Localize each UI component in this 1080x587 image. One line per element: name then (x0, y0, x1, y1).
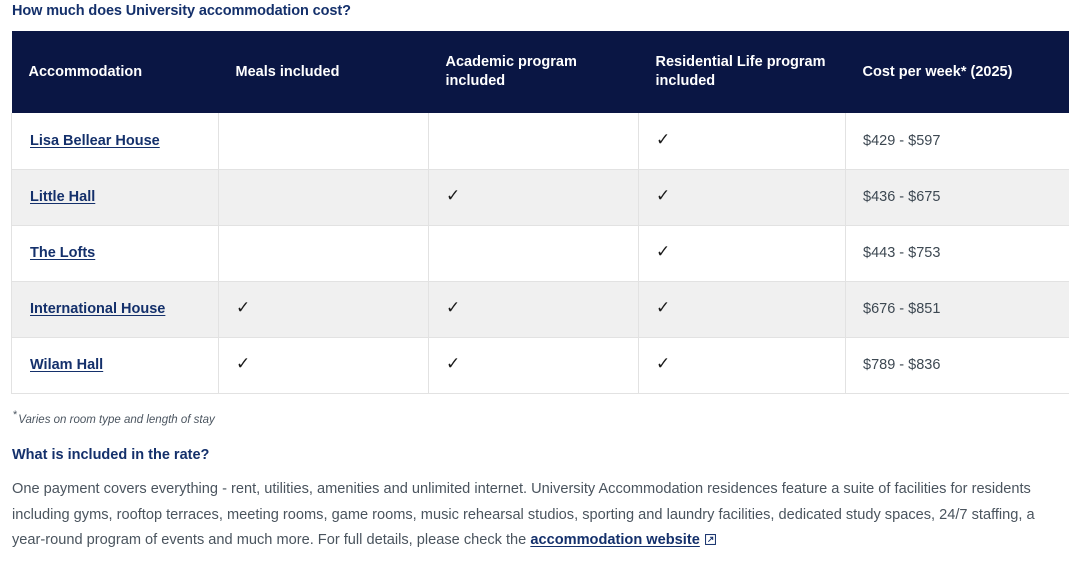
accommodation-cost-section: How much does University accommodation c… (0, 0, 1080, 587)
cell-cost-per-week: $443 - $753 (845, 225, 1069, 282)
table-body: Lisa Bellear House ✓ $429 - $597 Little … (11, 113, 1069, 394)
table-header: Accommodation Meals included Academic pr… (11, 31, 1069, 113)
check-icon: ✓ (236, 354, 251, 373)
footnote-text: Varies on room type and length of stay (18, 413, 215, 426)
table-header-row: Accommodation Meals included Academic pr… (11, 31, 1069, 113)
cell-residential-life: ✓ (638, 225, 846, 282)
table-row: The Lofts ✓ $443 - $753 (11, 225, 1069, 282)
column-header-academic-program: Academic program included (428, 31, 639, 113)
accommodation-link[interactable]: The Lofts (30, 245, 95, 261)
cell-meals-included: ✓ (218, 337, 429, 394)
cell-accommodation-name: International House (11, 281, 219, 338)
check-icon: ✓ (656, 186, 671, 205)
table-row: Lisa Bellear House ✓ $429 - $597 (11, 113, 1069, 170)
table-row: International House ✓ ✓ ✓ $676 - $851 (11, 281, 1069, 338)
cell-accommodation-name: Wilam Hall (11, 337, 219, 394)
cell-meals-included (218, 113, 429, 170)
accommodation-cost-table: Accommodation Meals included Academic pr… (11, 31, 1069, 394)
table-footnote: *Varies on room type and length of stay (11, 394, 1069, 428)
cell-accommodation-name: Little Hall (11, 169, 219, 226)
cell-accommodation-name: The Lofts (11, 225, 219, 282)
column-header-cost-per-week: Cost per week* (2025) (845, 31, 1069, 113)
cell-academic-program (428, 113, 639, 170)
check-icon: ✓ (656, 354, 671, 373)
rate-inclusions-heading: What is included in the rate? (12, 447, 210, 464)
cell-cost-per-week: $676 - $851 (845, 281, 1069, 338)
cell-academic-program: ✓ (428, 337, 639, 394)
accommodation-link[interactable]: Lisa Bellear House (30, 133, 160, 149)
external-link-icon (704, 534, 716, 546)
cell-academic-program: ✓ (428, 169, 639, 226)
cell-cost-per-week: $436 - $675 (845, 169, 1069, 226)
accommodation-link[interactable]: Wilam Hall (30, 357, 103, 373)
check-icon: ✓ (656, 129, 671, 149)
cell-residential-life: ✓ (638, 113, 846, 170)
check-icon: ✓ (236, 298, 251, 317)
table-row: Little Hall ✓ ✓ $436 - $675 (11, 169, 1069, 226)
check-icon: ✓ (656, 242, 671, 261)
accommodation-link[interactable]: Little Hall (30, 189, 95, 205)
cell-meals-included: ✓ (218, 281, 429, 338)
cell-residential-life: ✓ (638, 169, 846, 226)
accommodation-website-link[interactable]: accommodation website (530, 532, 700, 548)
check-icon: ✓ (446, 186, 461, 205)
page-title: How much does University accommodation c… (12, 3, 351, 19)
table-row: Wilam Hall ✓ ✓ ✓ $789 - $836 (11, 337, 1069, 394)
column-header-accommodation: Accommodation (11, 31, 219, 113)
cell-residential-life: ✓ (638, 281, 846, 338)
cell-meals-included (218, 169, 429, 226)
check-icon: ✓ (656, 298, 671, 317)
check-icon: ✓ (446, 298, 461, 317)
cell-residential-life: ✓ (638, 337, 846, 394)
rate-inclusions-paragraph: One payment covers everything - rent, ut… (11, 464, 1052, 554)
check-icon: ✓ (446, 354, 461, 373)
column-header-meals-included: Meals included (218, 31, 429, 113)
paragraph-text: One payment covers everything - rent, ut… (12, 481, 1035, 549)
cell-cost-per-week: $429 - $597 (845, 113, 1069, 170)
cell-meals-included (218, 225, 429, 282)
cell-academic-program: ✓ (428, 281, 639, 338)
cell-academic-program (428, 225, 639, 282)
accommodation-link[interactable]: International House (30, 301, 165, 317)
column-header-residential-life: Residential Life program included (638, 31, 846, 113)
cell-accommodation-name: Lisa Bellear House (11, 113, 219, 170)
cell-cost-per-week: $789 - $836 (845, 337, 1069, 394)
